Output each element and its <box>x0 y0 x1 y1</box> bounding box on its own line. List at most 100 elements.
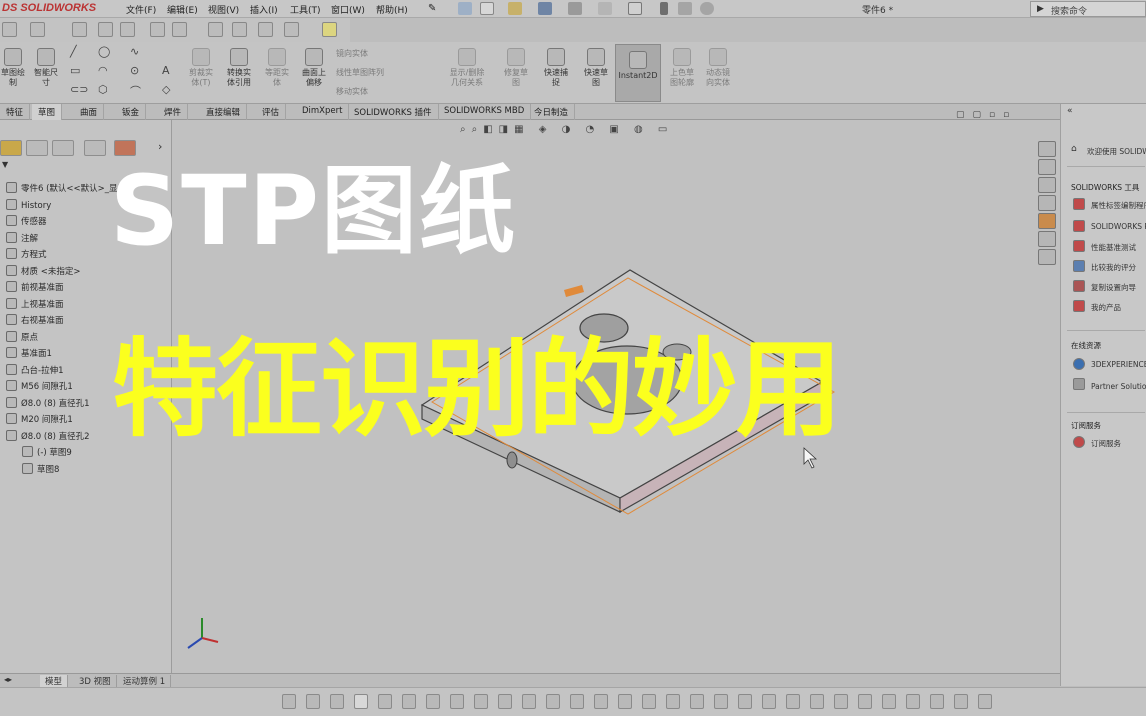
menu-window[interactable]: 窗口(W) <box>331 3 365 16</box>
save-icon[interactable] <box>538 2 552 15</box>
custom-properties-icon[interactable] <box>1038 231 1056 247</box>
display-relations-button[interactable]: 显示/删除 几何关系 <box>444 48 490 88</box>
spline-sketch-icon[interactable]: ∿ <box>130 45 139 58</box>
view-cube-icon[interactable] <box>72 22 87 37</box>
tool-link[interactable]: SOLIDWORKS Rx <box>1091 222 1146 231</box>
rectangle-icon[interactable]: ▭ <box>70 64 80 77</box>
heads-up-view-toolbar[interactable]: ⌕⌕◧◨▦ ◈ ◑ ◔ ▣ ◍ ▭ <box>460 124 673 135</box>
text-icon[interactable]: A <box>162 64 170 77</box>
sketch-plane-icon[interactable] <box>30 22 45 37</box>
spline-icon[interactable] <box>284 22 299 37</box>
tab-sketch[interactable]: 草图 <box>32 104 63 120</box>
selection-filter-icon[interactable] <box>546 694 560 709</box>
section-view-icon[interactable] <box>150 22 165 37</box>
repair-sketch-button[interactable]: 修复草 图 <box>498 48 534 88</box>
tool-link[interactable]: 性能基准测试 <box>1091 242 1136 253</box>
solidworks-logo[interactable]: DS SOLIDWORKS <box>2 2 96 14</box>
selection-filter-icon[interactable] <box>978 694 992 709</box>
tool-link[interactable]: 我的产品 <box>1091 302 1121 313</box>
tab-3d-views[interactable]: 3D 视图 <box>74 675 117 687</box>
polygon-icon[interactable]: ⬡ <box>98 83 108 96</box>
menu-tools[interactable]: 工具(T) <box>290 3 321 16</box>
menu-file[interactable]: 文件(F) <box>126 3 156 16</box>
scroll-arrows-icon[interactable]: ◂▸ <box>4 675 12 684</box>
tree-item[interactable]: 传感器 <box>6 215 47 231</box>
print-icon[interactable] <box>568 2 582 15</box>
new-document-icon[interactable] <box>480 2 494 15</box>
traffic-light-icon[interactable] <box>660 2 668 15</box>
line-icon[interactable]: ╱ <box>70 45 77 58</box>
selection-filter-icon[interactable] <box>402 694 416 709</box>
selection-filter-icon[interactable] <box>666 694 680 709</box>
tree-item[interactable]: 方程式 <box>6 248 47 264</box>
selection-filter-icon[interactable] <box>282 694 296 709</box>
select-arrow-icon[interactable] <box>628 2 642 15</box>
selection-filter-icon[interactable] <box>882 694 896 709</box>
convert-entities-button[interactable]: 转换实 体引用 <box>220 48 258 88</box>
selection-filter-icon[interactable] <box>810 694 824 709</box>
tree-item[interactable]: 上视基准面 <box>6 297 64 314</box>
tree-item[interactable]: Ø8.0 (8) 直径孔2 <box>6 429 90 446</box>
tree-item[interactable]: 零件6 (默认<<默认>_显示 <box>6 182 126 198</box>
tab-features[interactable]: 特征 <box>0 104 31 120</box>
selection-filter-icon[interactable] <box>714 694 728 709</box>
view-palette-icon[interactable] <box>1038 195 1056 211</box>
window-controls[interactable]: ▢▢▫▫ <box>956 110 1017 120</box>
open-folder-icon[interactable] <box>508 2 522 15</box>
tree-item[interactable]: Ø8.0 (8) 直径孔1 <box>6 396 90 413</box>
resources-home-icon[interactable] <box>1038 141 1056 157</box>
selection-filter-icon[interactable] <box>738 694 752 709</box>
selection-filter-icon[interactable] <box>570 694 584 709</box>
search-input[interactable]: ▶ 搜索命令 <box>1030 1 1146 17</box>
tab-make-today[interactable]: 今日制造 <box>528 104 576 120</box>
tree-item[interactable]: 材质 <未指定> <box>6 264 80 281</box>
appearances-icon[interactable] <box>1038 213 1056 229</box>
selection-filter-icon[interactable] <box>762 694 776 709</box>
tab-solidworks-mbd[interactable]: SOLIDWORKS MBD <box>438 104 532 120</box>
solidworks-forum-icon[interactable] <box>1038 249 1056 265</box>
menu-edit[interactable]: 编辑(E) <box>167 3 198 16</box>
undo-icon[interactable] <box>598 2 612 15</box>
trim-entities-button[interactable]: 剪裁实 体(T) <box>184 48 218 88</box>
circle-icon[interactable]: ◯ <box>98 45 110 58</box>
selection-filter-icon[interactable] <box>786 694 800 709</box>
slot-icon[interactable]: ⊂⊃ <box>70 83 88 96</box>
chevron-right-icon[interactable]: › <box>158 140 162 153</box>
display-style-icon[interactable] <box>172 22 187 37</box>
offset-entities-button[interactable]: 等距实 体 <box>260 48 294 88</box>
tree-item[interactable]: 草图8 <box>22 462 59 479</box>
dynamic-mirror-button[interactable]: 动态镜 向实体 <box>700 48 736 88</box>
instant2d-button[interactable]: Instant2D <box>615 44 661 102</box>
subscription-link[interactable]: 订阅服务 <box>1091 438 1121 449</box>
arc-icon[interactable]: ◠ <box>98 64 108 77</box>
appearance-icon[interactable] <box>120 22 135 37</box>
tool-link[interactable]: 复制设置向导 <box>1091 282 1136 293</box>
menu-insert[interactable]: 插入(I) <box>250 3 278 16</box>
selection-filter-icon[interactable] <box>906 694 920 709</box>
rapid-sketch-button[interactable]: 快速草 图 <box>578 48 614 88</box>
display-manager-tab-icon[interactable] <box>114 140 136 156</box>
tool-link[interactable]: 比较我的评分 <box>1091 262 1136 273</box>
mirror-entities-button[interactable]: 镜向实体 <box>336 48 368 59</box>
gear-icon[interactable] <box>700 2 714 15</box>
tab-solidworks-addins[interactable]: SOLIDWORKS 插件 <box>348 104 439 120</box>
selection-filter-icon[interactable] <box>834 694 848 709</box>
selection-filter-icon[interactable] <box>522 694 536 709</box>
tool-link[interactable]: 属性标签编制程序 <box>1091 200 1146 211</box>
linear-pattern-button[interactable]: 线性草图阵列 <box>336 67 384 78</box>
menu-view[interactable]: 视图(V) <box>208 3 239 16</box>
online-link[interactable]: 3DEXPERIENCE <box>1091 360 1146 369</box>
selection-filter-icon[interactable] <box>642 694 656 709</box>
fillet-icon[interactable]: ⌒ <box>130 83 141 99</box>
dimxpert-manager-tab-icon[interactable] <box>84 140 106 156</box>
tree-item[interactable]: 基准面1 <box>6 347 52 363</box>
measure-icon[interactable] <box>232 22 247 37</box>
selection-filter-icon[interactable] <box>954 694 968 709</box>
ellipse-icon[interactable]: ⊙ <box>130 64 139 77</box>
property-manager-tab-icon[interactable] <box>26 140 48 156</box>
tree-item[interactable]: 注解 <box>6 231 38 248</box>
tree-item[interactable]: (-) 草图9 <box>22 446 72 462</box>
selection-filter-icon[interactable] <box>306 694 320 709</box>
file-explorer-icon[interactable] <box>1038 177 1056 193</box>
selection-filter-icon[interactable] <box>618 694 632 709</box>
